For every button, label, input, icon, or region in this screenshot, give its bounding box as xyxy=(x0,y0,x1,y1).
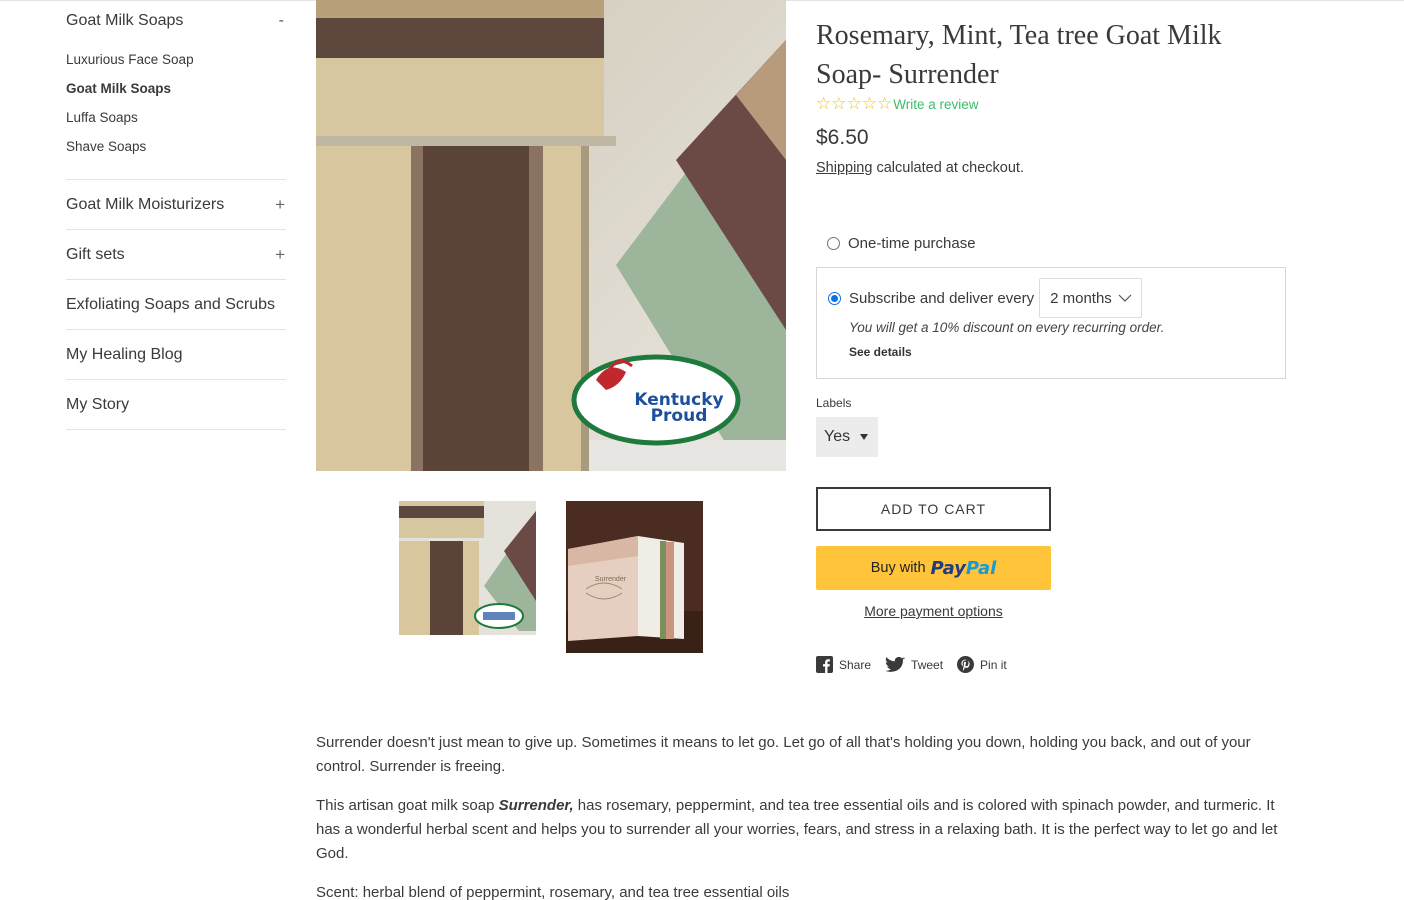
frequency-select[interactable]: 2 months xyxy=(1039,278,1142,318)
star-rating-icon[interactable]: ☆☆☆☆☆ xyxy=(816,94,892,114)
labels-select[interactable]: Yes xyxy=(816,417,878,457)
product-title: Rosemary, Mint, Tea tree Goat Milk Soap-… xyxy=(816,20,1222,90)
pin-label: Pin it xyxy=(980,657,1007,672)
sidebar-section-gift-sets[interactable]: Gift sets + xyxy=(66,230,286,280)
discount-note: You will get a 10% discount on every rec… xyxy=(849,320,1165,335)
subscribe-option[interactable]: Subscribe and deliver every 2 months xyxy=(828,278,1285,318)
thumbnail-label: Surrender xyxy=(594,576,627,583)
social-share-bar: Share Tweet Pin it xyxy=(816,656,1286,673)
labels-label: Labels xyxy=(816,396,852,410)
sidebar-item-healing-blog[interactable]: My Healing Blog xyxy=(66,330,286,380)
sidebar-section-label: My Story xyxy=(66,395,130,413)
paypal-logo-pay: Pay xyxy=(930,557,966,579)
facebook-icon xyxy=(816,656,833,673)
chevron-down-icon xyxy=(1118,294,1132,302)
sidebar-section-label: Goat Milk Soaps xyxy=(66,12,184,29)
product-name-emphasis: Surrender, xyxy=(498,797,574,814)
sidebar-section-goat-milk-soaps[interactable]: Goat Milk Soaps - xyxy=(66,0,286,42)
share-twitter-button[interactable]: Tweet xyxy=(885,656,944,673)
share-facebook-button[interactable]: Share xyxy=(816,656,871,673)
more-payment-options-link[interactable]: More payment options xyxy=(816,603,1051,619)
sidebar-item-my-story[interactable]: My Story xyxy=(66,380,286,430)
labels-value: Yes xyxy=(824,428,851,445)
description-text: This artisan goat milk soap xyxy=(316,797,499,814)
paypal-logo-pal: Pal xyxy=(965,557,997,579)
paypal-buy-label: Buy with xyxy=(870,560,926,576)
product-price: $6.50 xyxy=(816,126,869,149)
see-details-link[interactable]: See details xyxy=(849,345,1285,359)
sidebar-item-luffa-soaps[interactable]: Luffa Soaps xyxy=(66,107,286,136)
expand-icon[interactable]: + xyxy=(275,245,286,265)
kentucky-proud-logo: Kentucky Proud xyxy=(614,392,744,426)
one-time-purchase-option[interactable]: One-time purchase xyxy=(827,233,1286,253)
subscribe-label: Subscribe and deliver every xyxy=(849,289,1035,307)
collapse-icon[interactable]: - xyxy=(279,12,286,30)
description-paragraph-2: This artisan goat milk soap Surrender, h… xyxy=(316,794,1286,866)
share-pinterest-button[interactable]: Pin it xyxy=(957,656,1007,673)
tweet-label: Tweet xyxy=(911,657,944,672)
shipping-link[interactable]: Shipping xyxy=(816,160,872,176)
add-to-cart-button[interactable]: ADD TO CART xyxy=(816,487,1051,531)
description-paragraph-3: Scent: herbal blend of peppermint, rosem… xyxy=(316,884,790,900)
one-time-label: One-time purchase xyxy=(848,234,976,252)
subscribe-radio[interactable] xyxy=(828,291,841,305)
pinterest-icon xyxy=(957,656,975,673)
sidebar-section-label: Goat Milk Moisturizers xyxy=(66,195,225,213)
product-description: Surrender doesn't just mean to give up. … xyxy=(316,731,1286,900)
thumbnail-photo xyxy=(399,501,536,635)
sidebar-nav: Goat Milk Soaps - Luxurious Face Soap Go… xyxy=(66,0,286,430)
product-thumbnail-1[interactable] xyxy=(399,501,536,635)
sidebar-section-label: My Healing Blog xyxy=(66,345,183,363)
logo-line2: Proud xyxy=(650,406,708,426)
caret-down-icon xyxy=(860,434,869,440)
shipping-note: Shipping calculated at checkout. xyxy=(816,160,1286,176)
sidebar-section-label: Exfoliating Soaps and Scrubs xyxy=(66,295,276,313)
sidebar-submenu: Luxurious Face Soap Goat Milk Soaps Luff… xyxy=(66,42,286,180)
sidebar-item-luxurious-face-soap[interactable]: Luxurious Face Soap xyxy=(66,49,286,78)
sidebar-item-shave-soaps[interactable]: Shave Soaps xyxy=(66,136,286,165)
shipping-text: calculated at checkout. xyxy=(872,160,1024,176)
frequency-value: 2 months xyxy=(1050,289,1112,307)
product-thumbnail-2[interactable]: Surrender xyxy=(566,501,703,653)
paypal-button[interactable]: Buy with Pay Pal xyxy=(816,546,1051,590)
sidebar-item-goat-milk-soaps[interactable]: Goat Milk Soaps xyxy=(66,78,286,107)
share-label: Share xyxy=(839,657,872,672)
sidebar-section-goat-milk-moisturizers[interactable]: Goat Milk Moisturizers + xyxy=(66,180,286,230)
write-review-link[interactable]: Write a review xyxy=(893,97,978,112)
expand-icon[interactable]: + xyxy=(275,195,286,215)
thumbnail-photo xyxy=(566,501,703,653)
rating-row: ☆☆☆☆☆ Write a review xyxy=(816,94,1286,114)
sidebar-item-exfoliating-soaps[interactable]: Exfoliating Soaps and Scrubs xyxy=(66,280,286,330)
description-paragraph-1: Surrender doesn't just mean to give up. … xyxy=(316,734,1251,775)
one-time-radio[interactable] xyxy=(827,236,840,250)
subscription-box: Subscribe and deliver every 2 months You… xyxy=(816,267,1286,379)
product-info: Rosemary, Mint, Tea tree Goat Milk Soap-… xyxy=(816,0,1286,673)
sidebar-section-label: Gift sets xyxy=(66,245,125,263)
product-main-image[interactable]: Kentucky Proud xyxy=(316,0,786,471)
twitter-icon xyxy=(885,656,906,672)
